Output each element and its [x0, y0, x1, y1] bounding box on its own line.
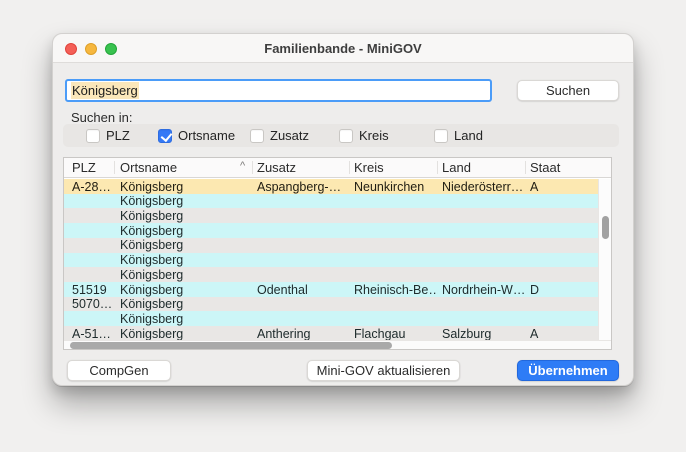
apply-button[interactable]: Übernehmen — [517, 360, 619, 381]
horizontal-scrollbar-thumb[interactable] — [70, 342, 392, 349]
checkbox-land-box[interactable] — [434, 129, 448, 143]
search-input-value: Königsberg — [71, 82, 139, 99]
table-row[interactable]: 51519Königsberg Odenthal Rheinisch-Be… Nord… — [64, 282, 599, 297]
column-header-kreis[interactable]: Kreis — [354, 160, 384, 175]
checkbox-plz[interactable]: PLZ — [86, 128, 130, 143]
table-row[interactable]: 5070…Königsberg — [64, 297, 599, 312]
cell-plz: A-51… — [72, 327, 118, 341]
cell-kreis: Rheinisch-Be… — [354, 283, 438, 297]
table-row[interactable]: Königsberg — [64, 267, 599, 282]
cell-staat: A — [530, 180, 590, 194]
cell-staat: A — [530, 327, 590, 341]
checkbox-plz-label: PLZ — [106, 128, 130, 143]
checkbox-kreis-box[interactable] — [339, 129, 353, 143]
table-row[interactable]: Königsberg — [64, 223, 599, 238]
cell-land: Salzburg — [442, 327, 526, 341]
column-divider[interactable] — [252, 161, 253, 174]
cell-ortsname: Königsberg — [120, 312, 242, 326]
checkbox-ortsname[interactable]: Ortsname — [158, 128, 235, 143]
vertical-scrollbar-thumb[interactable] — [602, 216, 609, 239]
cell-ortsname: Königsberg — [120, 253, 242, 267]
column-header-ortsname[interactable]: Ortsname — [120, 160, 177, 175]
column-divider[interactable] — [525, 161, 526, 174]
table-row[interactable]: A-28…Königsberg Aspangberg-… Neunkirchen Ni… — [64, 179, 599, 194]
cell-plz: 5070… — [72, 297, 118, 311]
results-table: PLZ Ortsname ^ Zusatz Kreis Land Staat A… — [63, 157, 612, 350]
checkbox-kreis[interactable]: Kreis — [339, 128, 389, 143]
checkbox-land-label: Land — [454, 128, 483, 143]
checkbox-zusatz-label: Zusatz — [270, 128, 309, 143]
column-header-staat[interactable]: Staat — [530, 160, 560, 175]
horizontal-scrollbar[interactable] — [64, 340, 611, 349]
checkbox-plz-box[interactable] — [86, 129, 100, 143]
search-button[interactable]: Suchen — [517, 80, 619, 101]
table-body: A-28…KönigsbergAspangberg-…NeunkirchenNi… — [64, 179, 599, 342]
cell-land: Nordrhein-W… — [442, 283, 526, 297]
cell-ortsname: Königsberg — [120, 238, 242, 252]
table-row[interactable]: Königsberg — [64, 194, 599, 209]
cell-ortsname: Königsberg — [120, 194, 242, 208]
search-scope-bar: PLZ Ortsname Zusatz Kreis Land — [63, 124, 619, 147]
minigov-update-button[interactable]: Mini-GOV aktualisieren — [307, 360, 460, 381]
cell-ortsname: Königsberg — [120, 180, 242, 194]
window-title: Familienbande - MiniGOV — [53, 34, 633, 63]
cell-staat: D — [530, 283, 590, 297]
checkbox-ortsname-box[interactable] — [158, 129, 172, 143]
table-row[interactable]: Königsberg — [64, 208, 599, 223]
cell-zusatz: Aspangberg-… — [257, 180, 349, 194]
table-row[interactable]: Königsberg — [64, 311, 599, 326]
checkbox-kreis-label: Kreis — [359, 128, 389, 143]
column-header-zusatz[interactable]: Zusatz — [257, 160, 296, 175]
column-divider[interactable] — [437, 161, 438, 174]
checkbox-zusatz[interactable]: Zusatz — [250, 128, 309, 143]
cell-ortsname: Königsberg — [120, 209, 242, 223]
cell-ortsname: Königsberg — [120, 283, 242, 297]
minigov-dialog: Familienbande - MiniGOV Königsberg Suche… — [52, 33, 634, 386]
cell-ortsname: Königsberg — [120, 297, 242, 311]
cell-kreis: Flachgau — [354, 327, 438, 341]
cell-zusatz: Odenthal — [257, 283, 349, 297]
cell-ortsname: Königsberg — [120, 268, 242, 282]
table-row[interactable]: A-51…Königsberg Anthering Flachgau Salzburg… — [64, 326, 599, 341]
title-bar[interactable]: Familienbande - MiniGOV — [53, 34, 633, 63]
column-divider[interactable] — [349, 161, 350, 174]
column-header-plz[interactable]: PLZ — [72, 160, 96, 175]
table-row[interactable]: Königsberg — [64, 238, 599, 253]
compgen-button[interactable]: CompGen — [67, 360, 171, 381]
checkbox-land[interactable]: Land — [434, 128, 483, 143]
search-in-label: Suchen in: — [71, 110, 132, 125]
vertical-scrollbar[interactable] — [598, 179, 611, 342]
cell-ortsname: Königsberg — [120, 224, 242, 238]
column-divider[interactable] — [114, 161, 115, 174]
cell-ortsname: Königsberg — [120, 327, 242, 341]
search-input[interactable]: Königsberg — [65, 79, 492, 102]
table-row[interactable]: Königsberg — [64, 253, 599, 268]
cell-kreis: Neunkirchen — [354, 180, 438, 194]
cell-plz: 51519 — [72, 283, 118, 297]
checkbox-ortsname-label: Ortsname — [178, 128, 235, 143]
cell-zusatz: Anthering — [257, 327, 349, 341]
table-header: PLZ Ortsname ^ Zusatz Kreis Land Staat — [64, 158, 611, 178]
sort-ascending-icon: ^ — [240, 160, 245, 172]
column-header-land[interactable]: Land — [442, 160, 471, 175]
cell-plz: A-28… — [72, 180, 118, 194]
cell-land: Niederösterr… — [442, 180, 526, 194]
checkbox-zusatz-box[interactable] — [250, 129, 264, 143]
